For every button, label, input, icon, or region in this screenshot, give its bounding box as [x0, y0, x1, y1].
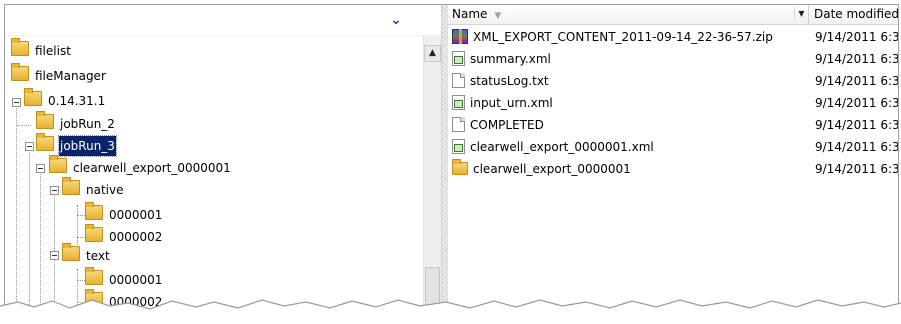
tree-item-label: jobRun_2	[60, 116, 115, 131]
tree-connector	[16, 105, 17, 321]
file-name: COMPLETED	[470, 118, 544, 132]
folder-icon	[62, 243, 80, 261]
collapse-toggle[interactable]	[25, 142, 34, 151]
tree-item-clearwell-export[interactable]: clearwell_export_0000001	[49, 155, 232, 177]
folder-icon	[85, 224, 103, 242]
tree-connector	[17, 125, 31, 126]
column-header-name-label: Name	[452, 7, 488, 21]
torn-edge	[0, 299, 901, 324]
column-header-date-modified[interactable]: Date modified	[810, 5, 898, 24]
file-name: XML_EXPORT_CONTENT_2011-09-14_22-36-57.z…	[473, 30, 773, 44]
file-date-modified: 9/14/2011 6:3	[815, 30, 898, 44]
file-date-modified: 9/14/2011 6:3	[815, 162, 898, 176]
text-file-icon	[452, 117, 465, 132]
scroll-up-arrow-icon[interactable]: ▲	[424, 45, 441, 62]
folder-icon	[24, 88, 42, 106]
file-row[interactable]: summary.xml 9/14/2011 6:3	[448, 49, 898, 70]
xml-file-icon	[452, 139, 465, 154]
tree-item-label: clearwell_export_0000001	[73, 160, 231, 175]
file-name: input_urn.xml	[470, 96, 553, 110]
folder-icon	[11, 63, 29, 81]
file-row[interactable]: statusLog.txt 9/14/2011 6:3	[448, 71, 898, 92]
sort-arrow-icon: ▼	[494, 11, 502, 21]
file-row[interactable]: clearwell_export_0000001.xml 9/14/2011 6…	[448, 137, 898, 158]
file-row[interactable]: COMPLETED 9/14/2011 6:3	[448, 115, 898, 136]
collapse-toggle[interactable]	[50, 186, 59, 195]
file-list: Name ▼ ▼ Date modified XML_EXPORT_CONTENT…	[448, 5, 898, 321]
folder-icon	[36, 111, 54, 129]
tree-item-native-0000001[interactable]: 0000001	[85, 202, 163, 224]
file-date-modified: 9/14/2011 6:3	[815, 140, 898, 154]
tree-item-text-0000001[interactable]: 0000001	[85, 267, 163, 289]
tree-item-label: text	[86, 248, 110, 263]
file-name: statusLog.txt	[470, 74, 549, 88]
tree-item-filemanager[interactable]: fileManager	[11, 63, 107, 85]
file-name: clearwell_export_0000001	[473, 162, 631, 176]
tree-item-native-0000002[interactable]: 0000002	[85, 224, 163, 246]
tree-item-version[interactable]: 0.14.31.1	[24, 88, 106, 110]
file-name: clearwell_export_0000001.xml	[470, 140, 654, 154]
folder-icon	[36, 133, 54, 151]
tree-item-label: filelist	[35, 43, 71, 58]
tree-item-label: jobRun_3	[58, 134, 117, 157]
file-date-modified: 9/14/2011 6:3	[815, 74, 898, 88]
file-date-modified: 9/14/2011 6:3	[815, 96, 898, 110]
folder-icon	[62, 177, 80, 195]
file-row[interactable]: input_urn.xml 9/14/2011 6:3	[448, 93, 898, 114]
collapse-toggle[interactable]	[12, 98, 21, 107]
tree-scrollbar[interactable]: ▲	[423, 35, 441, 321]
tree-item-label: fileManager	[35, 68, 106, 83]
collapse-toggle[interactable]	[36, 164, 45, 173]
folder-icon	[85, 267, 103, 285]
folder-icon	[49, 155, 67, 173]
text-file-icon	[452, 73, 465, 88]
file-name: summary.xml	[470, 52, 551, 66]
tree-item-native[interactable]: native	[62, 177, 124, 199]
explorer-window: ⌄ filelist fileManager 0.14.31.1 jobRun_…	[4, 4, 899, 322]
column-header-name[interactable]: Name ▼ ▼	[448, 5, 809, 24]
tree-top-row: ⌄	[5, 5, 423, 36]
tree-item-text[interactable]: text	[62, 243, 111, 265]
folder-icon	[452, 159, 468, 175]
file-date-modified: 9/14/2011 6:3	[815, 52, 898, 66]
tree-item-jobrun-3[interactable]: jobRun_3	[36, 133, 117, 157]
folder-icon	[85, 202, 103, 220]
file-row[interactable]: clearwell_export_0000001 9/14/2011 6:3	[448, 159, 898, 180]
tree-item-label: 0.14.31.1	[48, 93, 106, 108]
tree-item-label: 0000001	[109, 207, 163, 222]
tree-item-label: 0000002	[109, 229, 163, 244]
folder-icon	[11, 38, 29, 56]
folder-tree: ⌄ filelist fileManager 0.14.31.1 jobRun_…	[5, 5, 423, 321]
tree-item-jobrun-2[interactable]: jobRun_2	[36, 111, 116, 133]
collapse-toggle[interactable]	[50, 251, 59, 260]
tree-item-filelist[interactable]: filelist	[11, 38, 72, 60]
column-dropdown-icon[interactable]: ▼	[794, 7, 808, 21]
xml-file-icon	[452, 95, 465, 110]
chevron-down-icon[interactable]: ⌄	[388, 12, 404, 28]
tree-item-label: 0000001	[109, 272, 163, 287]
file-date-modified: 9/14/2011 6:3	[815, 118, 898, 132]
file-row[interactable]: XML_EXPORT_CONTENT_2011-09-14_22-36-57.z…	[448, 27, 898, 48]
zip-archive-icon	[452, 29, 468, 44]
tree-connector	[77, 205, 78, 249]
list-header: Name ▼ ▼ Date modified	[448, 5, 898, 25]
tree-item-label: native	[86, 182, 124, 197]
xml-file-icon	[452, 51, 465, 66]
